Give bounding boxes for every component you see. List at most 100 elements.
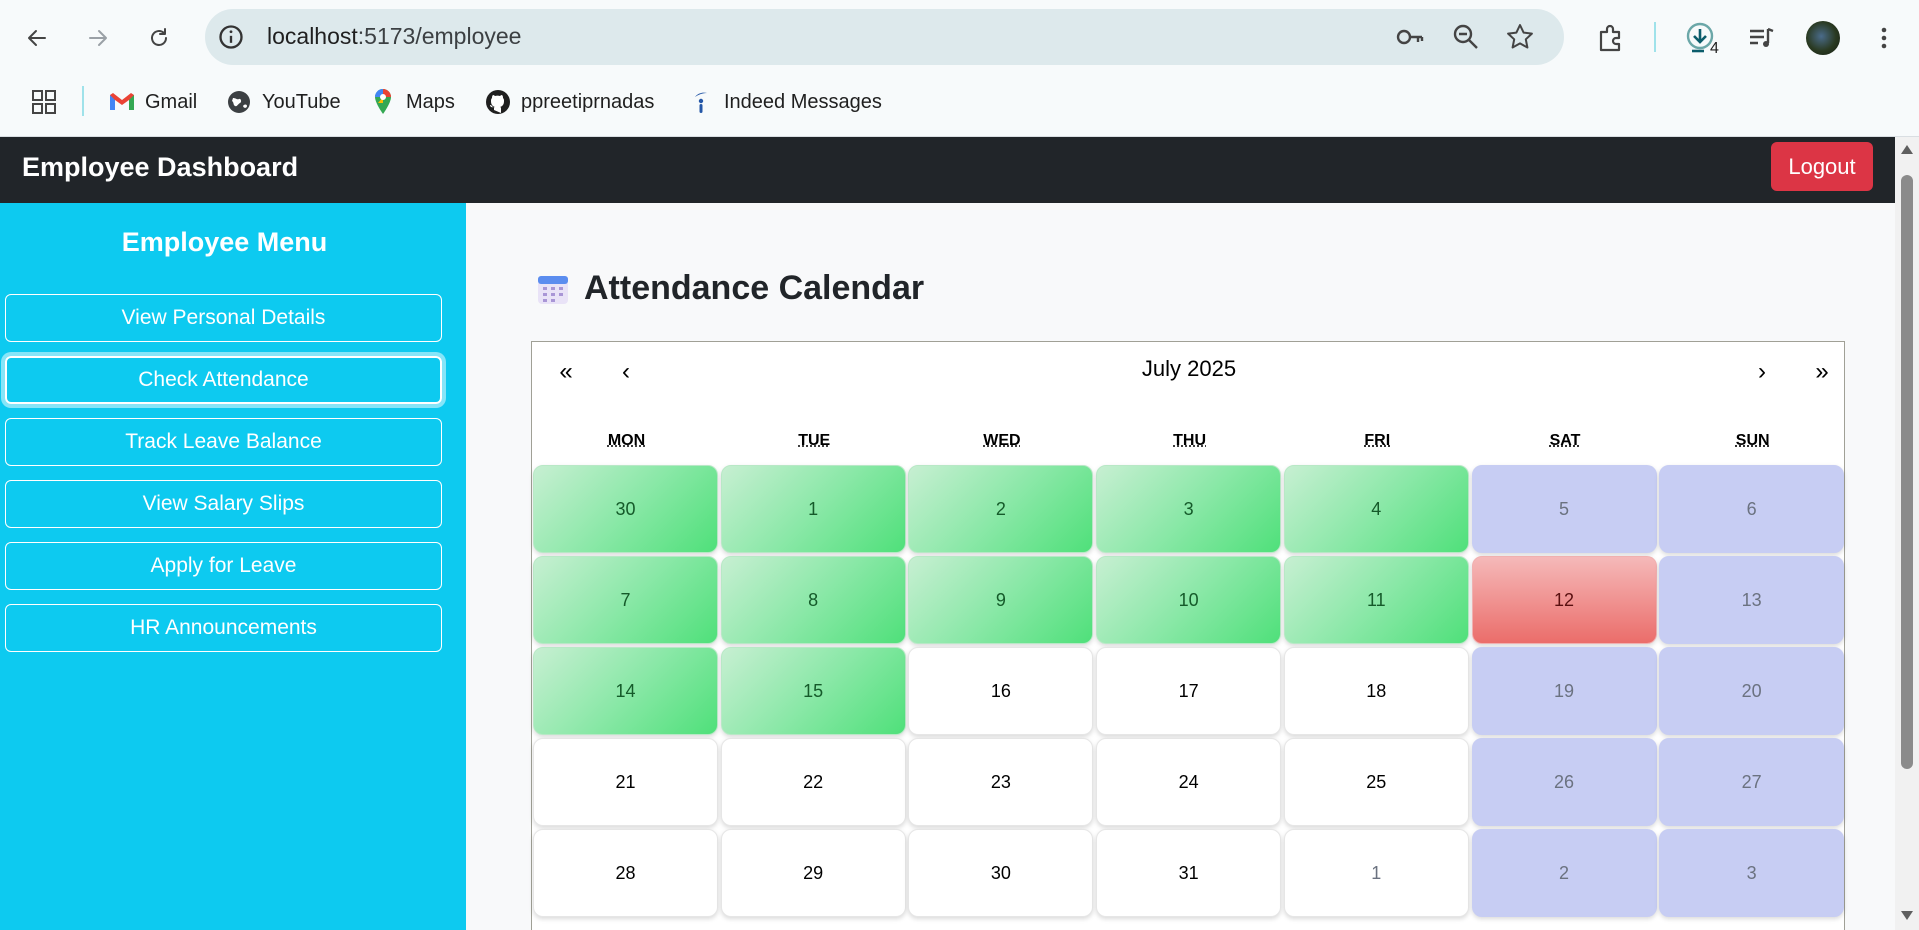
- scroll-down-arrow-icon[interactable]: [1901, 911, 1913, 920]
- browser-chrome: localhost:5173/employee 4 Gmail YouTube …: [0, 0, 1919, 137]
- top-navbar: Employee Dashboard Logout: [0, 137, 1895, 203]
- calendar-day-tile[interactable]: 17: [1096, 647, 1282, 735]
- calendar-day-tile[interactable]: 1: [1283, 829, 1469, 917]
- calendar-day-tile[interactable]: 16: [908, 647, 1094, 735]
- calendar-day-tile[interactable]: 15: [720, 647, 906, 735]
- calendar-day-tile[interactable]: 2: [908, 465, 1094, 553]
- back-arrow-icon[interactable]: [17, 18, 57, 58]
- calendar-day-tile[interactable]: 7: [533, 556, 718, 644]
- maps-pin-icon: [370, 89, 396, 115]
- calendar-icon: [538, 275, 568, 304]
- menu-apply-for-leave-button[interactable]: Apply for Leave: [5, 542, 442, 590]
- bookmark-indeed[interactable]: Indeed Messages: [688, 87, 882, 117]
- reload-icon[interactable]: [139, 18, 179, 58]
- calendar-next-year-button[interactable]: »: [1802, 352, 1842, 392]
- forward-arrow-icon[interactable]: [78, 18, 118, 58]
- calendar-day-tile[interactable]: 11: [1283, 556, 1469, 644]
- calendar-day-tile[interactable]: 8: [720, 556, 906, 644]
- weekday-label-thu: THU: [1173, 432, 1207, 449]
- page-title: Attendance Calendar: [584, 269, 925, 307]
- calendar-day-tile[interactable]: 28: [533, 829, 718, 917]
- toolbar-separator: [1654, 22, 1656, 52]
- calendar-day-tile[interactable]: 4: [1283, 465, 1469, 553]
- bookmark-label: Gmail: [145, 90, 198, 113]
- bookmark-github[interactable]: ppreetiprnadas: [485, 87, 654, 117]
- extensions-puzzle-icon[interactable]: [1590, 18, 1630, 58]
- calendar-day-tile[interactable]: 14: [533, 647, 718, 735]
- url-text[interactable]: localhost:5173/employee: [267, 23, 521, 50]
- calendar-day-tile[interactable]: 23: [908, 738, 1094, 826]
- calendar-day-tile[interactable]: 24: [1096, 738, 1282, 826]
- calendar-day-tile[interactable]: 30: [908, 829, 1094, 917]
- site-info-icon[interactable]: [217, 23, 245, 51]
- app-viewport: Employee Dashboard Logout Employee Menu …: [0, 137, 1895, 930]
- github-icon: [485, 89, 511, 115]
- calendar-day-tile[interactable]: 21: [533, 738, 718, 826]
- page-scrollbar[interactable]: [1895, 137, 1919, 930]
- sidebar: Employee Menu View Personal Details Chec…: [0, 203, 466, 930]
- downloads-icon[interactable]: 4: [1680, 18, 1720, 58]
- sidebar-title: Employee Menu: [121, 227, 328, 257]
- weekday-label-sun: SUN: [1735, 432, 1770, 449]
- bookmark-label: ppreetiprnadas: [521, 90, 655, 113]
- more-menu-icon[interactable]: [1864, 18, 1904, 58]
- scroll-up-arrow-icon[interactable]: [1901, 145, 1913, 154]
- calendar-day-tile[interactable]: 31: [1096, 829, 1282, 917]
- menu-view-salary-slips-button[interactable]: View Salary Slips: [5, 480, 442, 528]
- menu-track-leave-balance-button[interactable]: Track Leave Balance: [5, 418, 442, 466]
- calendar-day-tile[interactable]: 3: [1659, 829, 1845, 917]
- calendar-day-tile[interactable]: 19: [1471, 647, 1657, 735]
- calendar-day-tile[interactable]: 26: [1471, 738, 1657, 826]
- weekday-label-wed: WED: [983, 432, 1021, 449]
- calendar-next-month-button[interactable]: ›: [1742, 352, 1782, 392]
- media-queue-icon[interactable]: [1741, 18, 1781, 58]
- calendar-day-tile[interactable]: 3: [1096, 465, 1282, 553]
- bookmark-label: YouTube: [262, 90, 341, 113]
- weekday-label-tue: TUE: [798, 432, 831, 449]
- bookmarks-separator: [82, 86, 84, 116]
- apps-grid-icon[interactable]: [31, 87, 57, 117]
- calendar-month-label[interactable]: July 2025: [532, 356, 1846, 382]
- calendar-day-tile[interactable]: 18: [1283, 647, 1469, 735]
- calendar-day-tile[interactable]: 12: [1471, 556, 1657, 644]
- app-title[interactable]: Employee Dashboard: [22, 152, 298, 183]
- bookmark-label: Indeed Messages: [724, 90, 882, 113]
- address-bar[interactable]: localhost:5173/employee: [205, 9, 1564, 65]
- calendar-day-tile[interactable]: 20: [1659, 647, 1845, 735]
- bookmarks-bar: Gmail YouTube Maps ppreetiprnadas Indeed…: [0, 81, 1919, 121]
- calendar-day-tile[interactable]: 1: [720, 465, 906, 553]
- weekday-label-fri: FRI: [1364, 432, 1391, 449]
- logout-button[interactable]: Logout: [1771, 142, 1873, 191]
- main-content: Attendance Calendar « ‹ July 2025 › » MO…: [466, 203, 1895, 930]
- attendance-calendar: « ‹ July 2025 › » MON TUE WED THU FRI SAT SUN …: [531, 341, 1845, 930]
- menu-view-personal-details-button[interactable]: View Personal Details: [5, 294, 442, 342]
- scrollbar-thumb[interactable]: [1901, 175, 1913, 769]
- key-icon[interactable]: [1395, 22, 1425, 52]
- calendar-day-tile[interactable]: 29: [720, 829, 906, 917]
- calendar-day-tile[interactable]: 6: [1659, 465, 1845, 553]
- profile-avatar[interactable]: [1806, 21, 1840, 55]
- url-path: :5173/employee: [357, 23, 522, 49]
- download-count: 4: [1710, 40, 1719, 57]
- calendar-day-tile[interactable]: 13: [1659, 556, 1845, 644]
- calendar-day-tile[interactable]: 30: [533, 465, 718, 553]
- bookmark-maps[interactable]: Maps: [370, 87, 455, 117]
- zoom-icon[interactable]: [1451, 22, 1481, 52]
- bookmark-youtube[interactable]: YouTube: [226, 87, 341, 117]
- bookmark-gmail[interactable]: Gmail: [109, 87, 197, 117]
- calendar-day-tile[interactable]: 27: [1659, 738, 1845, 826]
- menu-hr-announcements-button[interactable]: HR Announcements: [5, 604, 442, 652]
- calendar-day-tile[interactable]: 10: [1096, 556, 1282, 644]
- attendance-heading: Attendance Calendar: [536, 269, 924, 308]
- url-host: localhost: [267, 23, 358, 49]
- bookmark-star-icon[interactable]: [1505, 22, 1535, 52]
- menu-check-attendance-button[interactable]: Check Attendance: [5, 356, 442, 404]
- calendar-day-tile[interactable]: 25: [1283, 738, 1469, 826]
- weekday-label-mon: MON: [607, 432, 646, 449]
- calendar-day-tile[interactable]: 2: [1471, 829, 1657, 917]
- calendar-day-tile[interactable]: 9: [908, 556, 1094, 644]
- gmail-icon: [109, 89, 135, 115]
- bookmark-label: Maps: [406, 90, 455, 113]
- calendar-day-tile[interactable]: 5: [1471, 465, 1657, 553]
- calendar-day-tile[interactable]: 22: [720, 738, 906, 826]
